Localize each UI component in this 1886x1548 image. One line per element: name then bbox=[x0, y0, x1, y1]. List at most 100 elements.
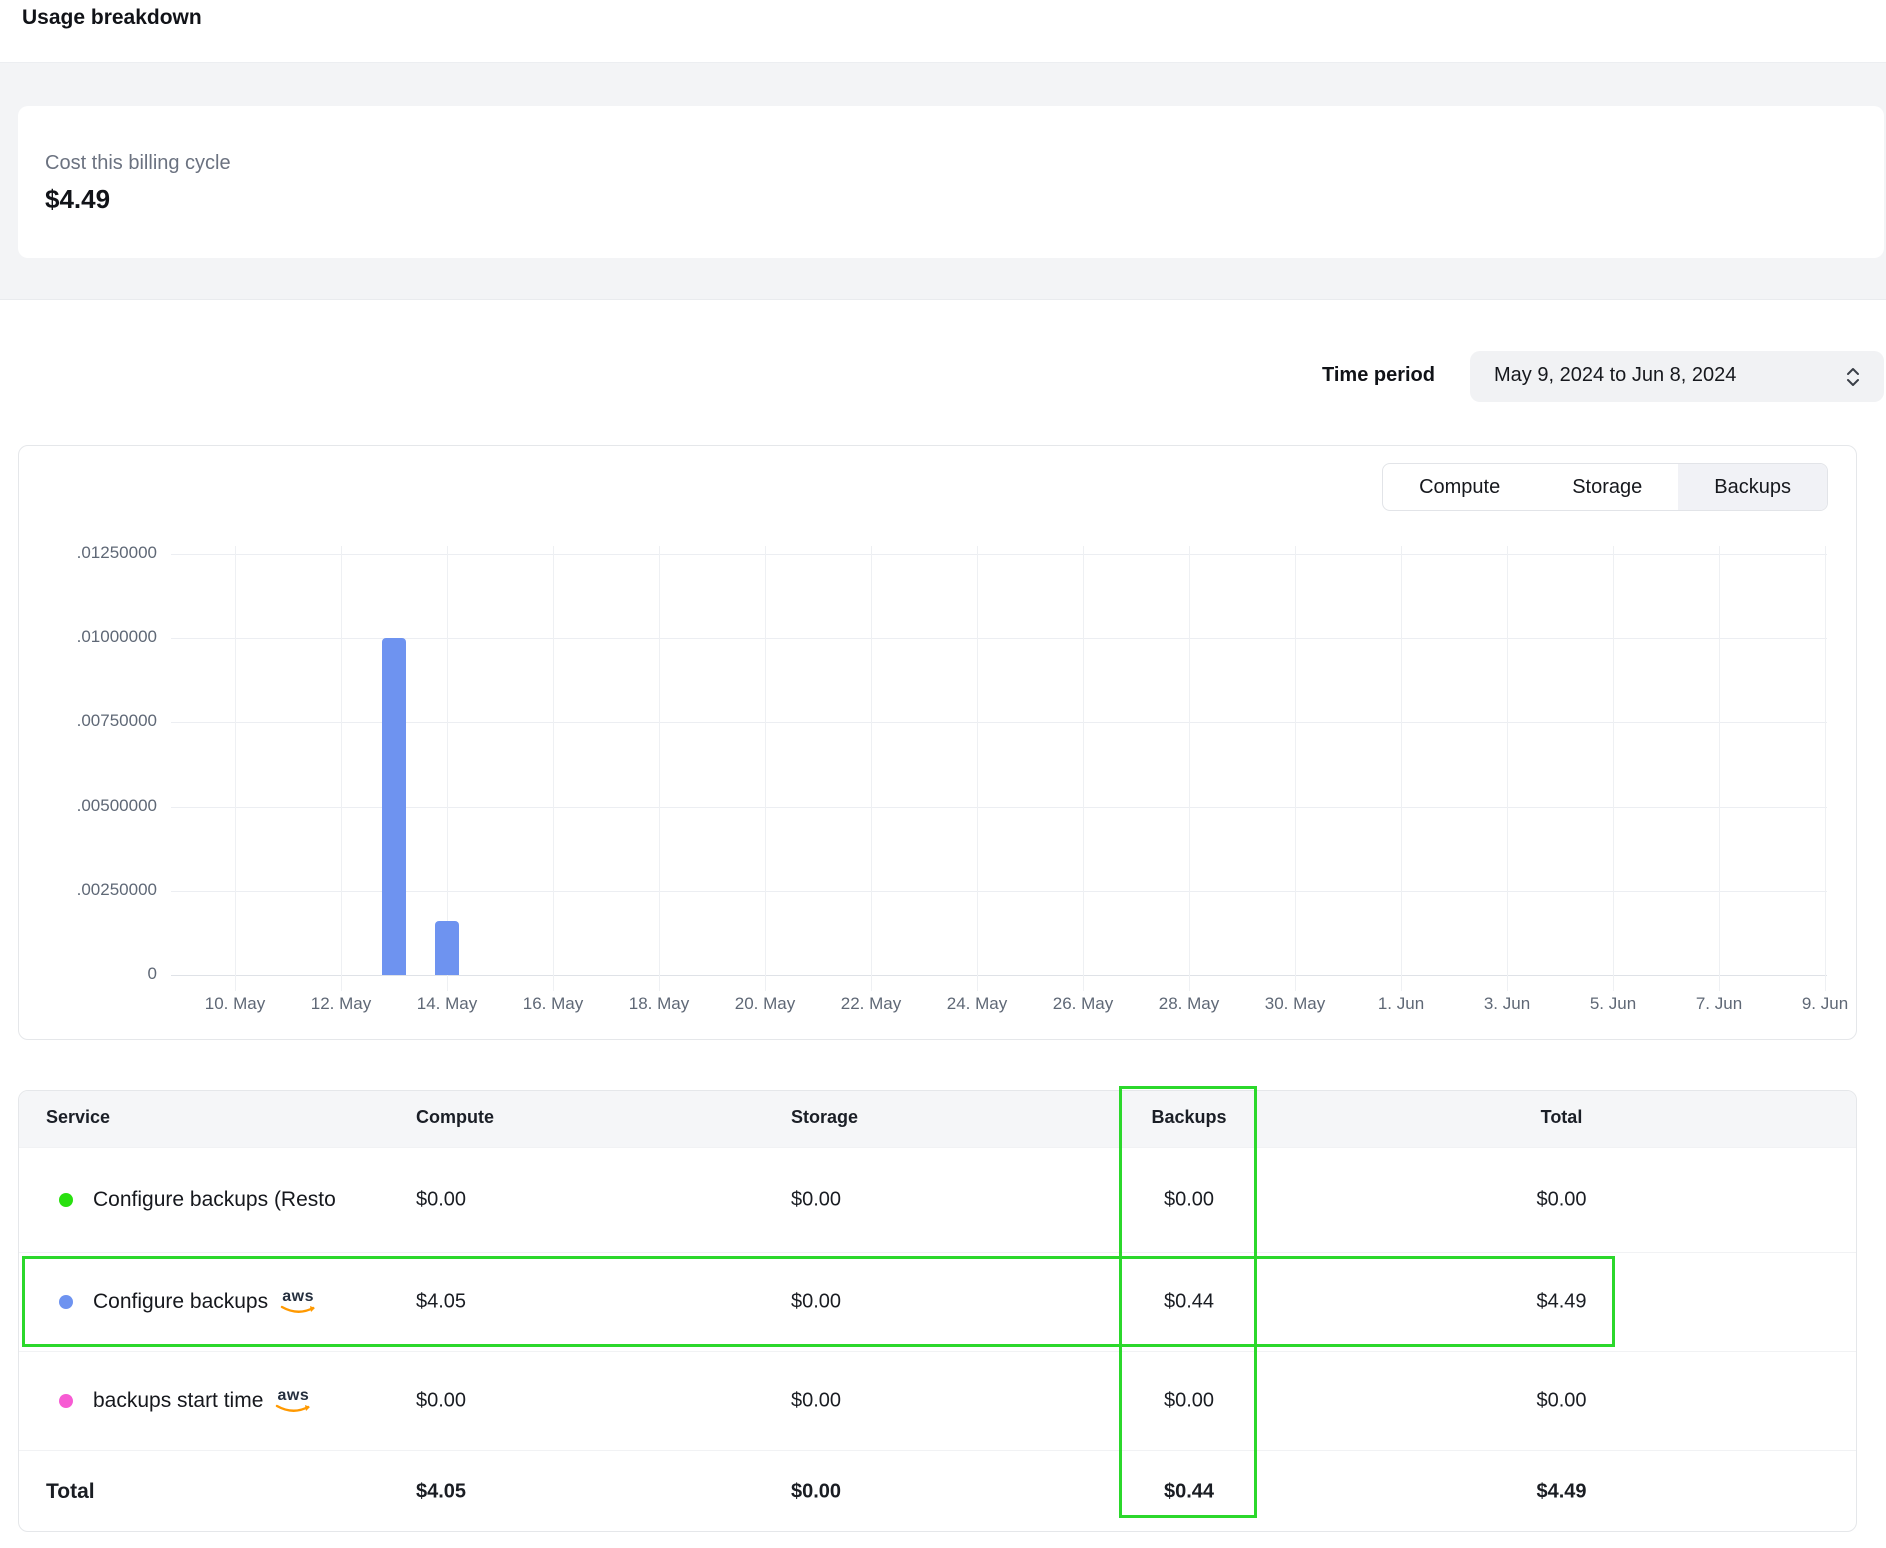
y-gridline bbox=[171, 638, 1827, 639]
column-header-total: Total bbox=[1419, 1107, 1704, 1128]
x-gridline bbox=[977, 546, 978, 991]
time-period-select[interactable]: May 9, 2024 to Jun 8, 2024 bbox=[1470, 351, 1884, 402]
x-axis-tick-label: 3. Jun bbox=[1447, 994, 1567, 1014]
x-axis-tick-label: 24. May bbox=[917, 994, 1037, 1014]
service-name: Configure backups aws bbox=[93, 1289, 395, 1315]
service-name: Configure backups (Resto bbox=[93, 1188, 395, 1212]
usage-bar-13-may[interactable] bbox=[382, 638, 406, 975]
table-header-row: Service Compute Storage Backups Total bbox=[19, 1091, 1856, 1147]
table-row: Configure backups (Resto $0.00 $0.00 $0.00 $… bbox=[19, 1147, 1856, 1252]
page-title: Usage breakdown bbox=[22, 6, 202, 30]
cost-amount: $4.49 bbox=[45, 184, 110, 215]
aws-logo: aws bbox=[280, 1289, 316, 1315]
amount-cell: $0.00 bbox=[791, 1291, 841, 1314]
column-header-compute: Compute bbox=[416, 1107, 494, 1128]
amount-cell: $0.00 bbox=[1419, 1390, 1704, 1413]
service-name-text: Configure backups bbox=[93, 1290, 268, 1314]
x-axis-tick-label: 10. May bbox=[175, 994, 295, 1014]
aws-smile-icon bbox=[275, 1404, 311, 1414]
x-axis-tick-label: 16. May bbox=[493, 994, 613, 1014]
amount-cell: $0.44 bbox=[1120, 1480, 1258, 1503]
y-gridline bbox=[171, 554, 1827, 555]
aws-logo-text: aws bbox=[282, 1289, 314, 1305]
amount-cell: $0.00 bbox=[1120, 1390, 1258, 1413]
cost-label: Cost this billing cycle bbox=[45, 152, 231, 175]
billing-summary-band: Cost this billing cycle $4.49 bbox=[0, 62, 1886, 300]
aws-smile-icon bbox=[280, 1305, 316, 1315]
x-gridline bbox=[1825, 546, 1826, 991]
column-header-backups: Backups bbox=[1120, 1107, 1258, 1128]
x-axis-tick-label: 7. Jun bbox=[1659, 994, 1779, 1014]
y-axis-tick-label: .01000000 bbox=[19, 627, 157, 647]
x-gridline bbox=[1507, 546, 1508, 991]
amount-cell: $0.00 bbox=[1120, 1189, 1258, 1212]
y-axis-tick-label: .00750000 bbox=[19, 711, 157, 731]
x-gridline bbox=[341, 546, 342, 991]
y-gridline bbox=[171, 891, 1827, 892]
column-header-storage: Storage bbox=[791, 1107, 858, 1128]
aws-logo: aws bbox=[275, 1388, 311, 1414]
x-axis-tick-label: 30. May bbox=[1235, 994, 1355, 1014]
amount-cell: $0.00 bbox=[416, 1189, 466, 1212]
x-gridline bbox=[1401, 546, 1402, 991]
service-name-text: backups start time bbox=[93, 1389, 263, 1413]
x-gridline bbox=[1083, 546, 1084, 991]
usage-table-card: Service Compute Storage Backups Total Config… bbox=[18, 1090, 1857, 1532]
amount-cell: $0.00 bbox=[791, 1480, 841, 1503]
y-gridline bbox=[171, 975, 1827, 976]
table-total-row: Total $4.05 $0.00 $0.44 $4.49 bbox=[19, 1450, 1856, 1532]
x-axis-tick-label: 12. May bbox=[281, 994, 401, 1014]
amount-cell: $4.49 bbox=[1419, 1291, 1704, 1314]
y-gridline bbox=[171, 807, 1827, 808]
x-gridline bbox=[1189, 546, 1190, 991]
usage-bar-14-may[interactable] bbox=[435, 921, 459, 975]
x-gridline bbox=[659, 546, 660, 991]
time-period-label: Time period bbox=[1180, 364, 1435, 387]
series-color-dot bbox=[59, 1295, 73, 1309]
amount-cell: $0.44 bbox=[1120, 1291, 1258, 1314]
amount-cell: $4.05 bbox=[416, 1480, 466, 1503]
x-gridline bbox=[1295, 546, 1296, 991]
x-axis-tick-label: 9. Jun bbox=[1765, 994, 1885, 1014]
x-axis-tick-label: 14. May bbox=[387, 994, 507, 1014]
usage-chart-plot: .01250000 .01000000 .00750000 .00500000 .002… bbox=[19, 446, 1856, 1039]
x-gridline bbox=[871, 546, 872, 991]
aws-logo-text: aws bbox=[278, 1388, 310, 1404]
x-axis-tick-label: 26. May bbox=[1023, 994, 1143, 1014]
x-axis-tick-label: 28. May bbox=[1129, 994, 1249, 1014]
service-name: backups start time aws bbox=[93, 1388, 395, 1414]
y-axis-tick-label: .00250000 bbox=[19, 880, 157, 900]
amount-cell: $0.00 bbox=[791, 1189, 841, 1212]
y-axis-tick-label: .01250000 bbox=[19, 543, 157, 563]
table-body: Configure backups (Resto $0.00 $0.00 $0.00 $… bbox=[19, 1147, 1856, 1532]
amount-cell: $0.00 bbox=[416, 1390, 466, 1413]
table-row: backups start time aws $0.00 $0.00 $0.00 $0.0… bbox=[19, 1351, 1856, 1450]
x-axis-tick-label: 20. May bbox=[705, 994, 825, 1014]
total-row-label: Total bbox=[46, 1480, 95, 1504]
chevron-up-down-icon bbox=[1844, 365, 1862, 389]
amount-cell: $4.49 bbox=[1419, 1480, 1704, 1503]
y-gridline bbox=[171, 722, 1827, 723]
y-axis-tick-label: .00500000 bbox=[19, 796, 157, 816]
amount-cell: $4.05 bbox=[416, 1291, 466, 1314]
x-axis-tick-label: 18. May bbox=[599, 994, 719, 1014]
amount-cell: $0.00 bbox=[1419, 1189, 1704, 1212]
time-period-value: May 9, 2024 to Jun 8, 2024 bbox=[1494, 364, 1736, 387]
x-axis-tick-label: 5. Jun bbox=[1553, 994, 1673, 1014]
x-axis-tick-label: 1. Jun bbox=[1341, 994, 1461, 1014]
x-gridline bbox=[1719, 546, 1720, 991]
series-color-dot bbox=[59, 1193, 73, 1207]
column-header-service: Service bbox=[46, 1107, 110, 1128]
x-gridline bbox=[765, 546, 766, 991]
x-gridline bbox=[235, 546, 236, 991]
x-axis-tick-label: 22. May bbox=[811, 994, 931, 1014]
amount-cell: $0.00 bbox=[791, 1390, 841, 1413]
usage-chart-card: ComputeStorageBackups .01250000.01000000… bbox=[18, 445, 1857, 1040]
service-name-text: Configure backups (Resto bbox=[93, 1188, 336, 1212]
x-gridline bbox=[1613, 546, 1614, 991]
x-gridline bbox=[553, 546, 554, 991]
cost-card: Cost this billing cycle $4.49 bbox=[18, 106, 1884, 258]
y-axis-tick-label: 0 bbox=[19, 964, 157, 984]
table-row-highlighted: Configure backups aws $4.05 $0.00 $0.44 $4.49 bbox=[19, 1252, 1856, 1351]
usage-breakdown-page: Usage breakdown Cost this billing cycle … bbox=[0, 0, 1886, 1548]
